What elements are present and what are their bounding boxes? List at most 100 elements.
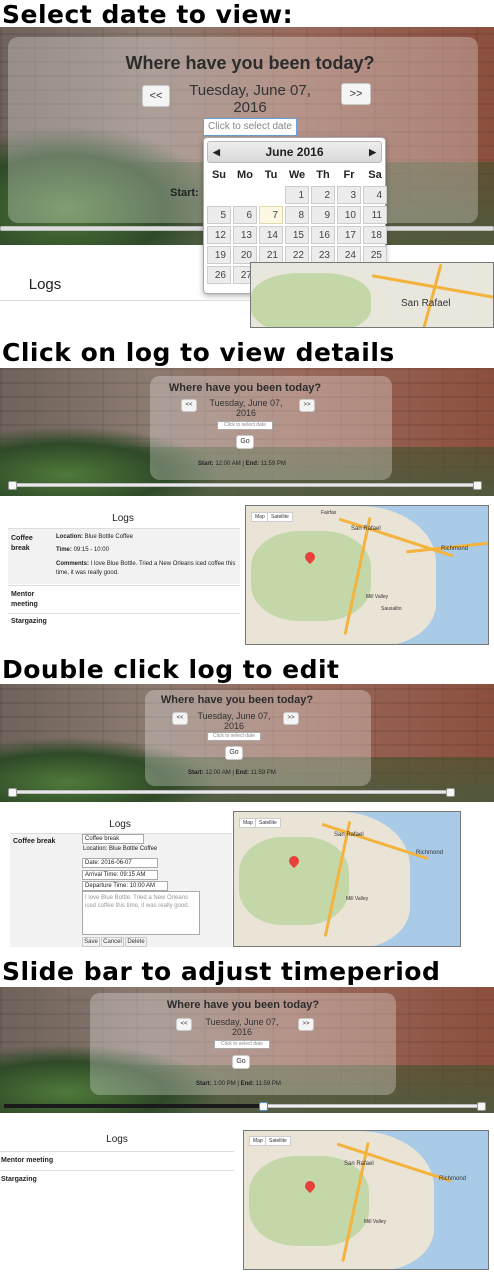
log-name-input[interactable]: Coffee break bbox=[82, 834, 144, 844]
slider-end-handle[interactable] bbox=[477, 1102, 486, 1111]
satellite-type-button[interactable]: Satellite bbox=[267, 512, 293, 522]
next-month-icon[interactable]: ▶ bbox=[369, 142, 376, 162]
log-location: Location: Blue Bottle Coffee bbox=[56, 534, 133, 540]
calendar-month: June 2016 bbox=[265, 145, 324, 159]
date-input[interactable]: Date: 2016-06-07 bbox=[82, 858, 158, 868]
location-label: Location: bbox=[56, 534, 83, 540]
start-label: Start: bbox=[170, 187, 199, 199]
date-line-2: 2016 bbox=[233, 99, 267, 116]
calendar-day[interactable]: 14 bbox=[259, 226, 283, 244]
calendar-day[interactable]: 11 bbox=[363, 206, 387, 224]
calendar-day[interactable]: 7 bbox=[259, 206, 283, 224]
weekday-header: Su bbox=[211, 169, 227, 181]
next-day-button[interactable]: >> bbox=[283, 712, 299, 725]
caption-view-details: Click on log to view details bbox=[2, 338, 395, 367]
log-row[interactable]: Mentor meeting bbox=[0, 1151, 234, 1169]
calendar-day[interactable]: 6 bbox=[233, 206, 257, 224]
calendar-day[interactable]: 17 bbox=[337, 226, 361, 244]
slider-end-handle[interactable] bbox=[446, 788, 455, 797]
page-title: Where have you been today? bbox=[166, 999, 320, 1011]
date-picker-input[interactable]: Click to select date bbox=[217, 421, 273, 430]
slider-start-handle[interactable] bbox=[8, 481, 17, 490]
time-range-text: Start: 12:00 AM | End: 11:59 PM bbox=[188, 770, 276, 776]
cancel-button[interactable]: Cancel bbox=[101, 937, 124, 947]
calendar-day[interactable]: 19 bbox=[207, 246, 231, 264]
map-place-label: Mill Valley bbox=[364, 1219, 387, 1225]
time-range-text: Start: 1:00 PM | End: 11:59 PM bbox=[196, 1081, 281, 1087]
location-text: Location: Blue Bottle Coffee bbox=[83, 846, 158, 852]
slider-fill bbox=[4, 1104, 265, 1108]
prev-day-button[interactable]: << bbox=[176, 1018, 192, 1031]
prev-month-icon[interactable]: ◀ bbox=[213, 142, 220, 162]
prev-day-button[interactable]: << bbox=[181, 399, 197, 412]
go-button[interactable]: Go bbox=[236, 435, 254, 449]
calendar-day[interactable]: 8 bbox=[285, 206, 309, 224]
time-range-slider[interactable] bbox=[8, 483, 482, 487]
calendar-day[interactable]: 15 bbox=[285, 226, 309, 244]
slider-end-handle[interactable] bbox=[473, 481, 482, 490]
save-button[interactable]: Save bbox=[82, 937, 100, 947]
start-time: 12:00 AM bbox=[215, 461, 241, 467]
log-row[interactable]: Stargazing bbox=[8, 613, 240, 629]
calendar-day[interactable]: 18 bbox=[363, 226, 387, 244]
weekday-header: We bbox=[288, 169, 306, 181]
date-picker-input[interactable]: Click to select date bbox=[203, 118, 297, 136]
slider-start-handle[interactable] bbox=[8, 788, 17, 797]
park-decor bbox=[249, 1156, 369, 1246]
log-name: Stargazing bbox=[11, 618, 47, 625]
start-label: Start: bbox=[188, 770, 204, 776]
calendar-day[interactable]: 4 bbox=[363, 186, 387, 204]
map-view[interactable]: Map Satellite San Rafael Mill Valley Ric… bbox=[243, 1130, 489, 1270]
departure-time-input[interactable]: Departure Time: 10:00 AM bbox=[82, 881, 168, 891]
prev-day-button[interactable]: << bbox=[142, 85, 170, 107]
start-label: Start: bbox=[198, 461, 214, 467]
calendar-day[interactable]: 13 bbox=[233, 226, 257, 244]
calendar-day[interactable]: 1 bbox=[285, 186, 309, 204]
delete-button[interactable]: Delete bbox=[125, 937, 147, 947]
start-time: 1:00 PM bbox=[213, 1081, 236, 1087]
next-day-button[interactable]: >> bbox=[299, 399, 315, 412]
arrival-time-input[interactable]: Arrival Time: 09:15 AM bbox=[82, 870, 158, 880]
map-place-label: San Rafael bbox=[334, 832, 364, 838]
page-title: Where have you been today? bbox=[168, 382, 322, 394]
next-day-button[interactable]: >> bbox=[298, 1018, 314, 1031]
logs-heading: Logs bbox=[106, 1134, 128, 1145]
date-picker-input[interactable]: Click to select date bbox=[207, 732, 261, 741]
caption-select-date: Select date to view: bbox=[2, 0, 294, 29]
selected-date: Tuesday, June 07, 2016 bbox=[194, 1017, 290, 1037]
calendar-day[interactable]: 16 bbox=[311, 226, 335, 244]
map-view[interactable]: San Rafael bbox=[250, 262, 494, 328]
calendar-header: ◀ June 2016 ▶ bbox=[207, 141, 382, 163]
slider-start-handle[interactable] bbox=[259, 1102, 269, 1111]
calendar-day[interactable]: 2 bbox=[311, 186, 335, 204]
log-row[interactable]: Stargazing bbox=[0, 1170, 234, 1188]
comments-textarea[interactable]: I love Blue Bottle. Tried a New Orleans … bbox=[82, 891, 200, 935]
go-button[interactable]: Go bbox=[232, 1055, 250, 1069]
calendar-day[interactable]: 10 bbox=[337, 206, 361, 224]
calendar-empty-cell bbox=[259, 186, 283, 204]
calendar-day[interactable]: 9 bbox=[311, 206, 335, 224]
map-view[interactable]: Map Satellite San Rafael Mill Valley Ric… bbox=[233, 811, 461, 947]
start-label: Start: bbox=[196, 1081, 212, 1087]
satellite-type-button[interactable]: Satellite bbox=[255, 818, 281, 828]
go-button[interactable]: Go bbox=[225, 746, 243, 760]
calendar-day[interactable]: 26 bbox=[207, 266, 231, 284]
map-place-label: Richmond bbox=[439, 1176, 467, 1182]
time-range-slider[interactable] bbox=[8, 790, 454, 794]
map-view[interactable]: Map Satellite San Rafael Fairfax Mill Va… bbox=[245, 505, 489, 645]
date-picker-input[interactable]: Click to select date bbox=[214, 1040, 270, 1049]
page-title: Where have you been today? bbox=[160, 694, 314, 706]
satellite-type-button[interactable]: Satellite bbox=[265, 1136, 291, 1146]
calendar-day[interactable]: 12 bbox=[207, 226, 231, 244]
comments-label: Comments: bbox=[56, 561, 90, 567]
log-row-expanded[interactable]: Coffee break Location: Blue Bottle Coffe… bbox=[8, 528, 240, 584]
map-place-label: Richmond bbox=[441, 546, 469, 552]
calendar-day[interactable]: 3 bbox=[337, 186, 361, 204]
log-row[interactable]: Mentor meeting bbox=[8, 585, 240, 613]
calendar-day[interactable]: 5 bbox=[207, 206, 231, 224]
time-label: Time: bbox=[56, 547, 72, 553]
end-time: 11:59 PM bbox=[250, 770, 276, 776]
next-day-button[interactable]: >> bbox=[341, 83, 371, 105]
date-line-2: 2016 bbox=[235, 408, 257, 418]
log-name: Coffee break bbox=[13, 838, 56, 845]
